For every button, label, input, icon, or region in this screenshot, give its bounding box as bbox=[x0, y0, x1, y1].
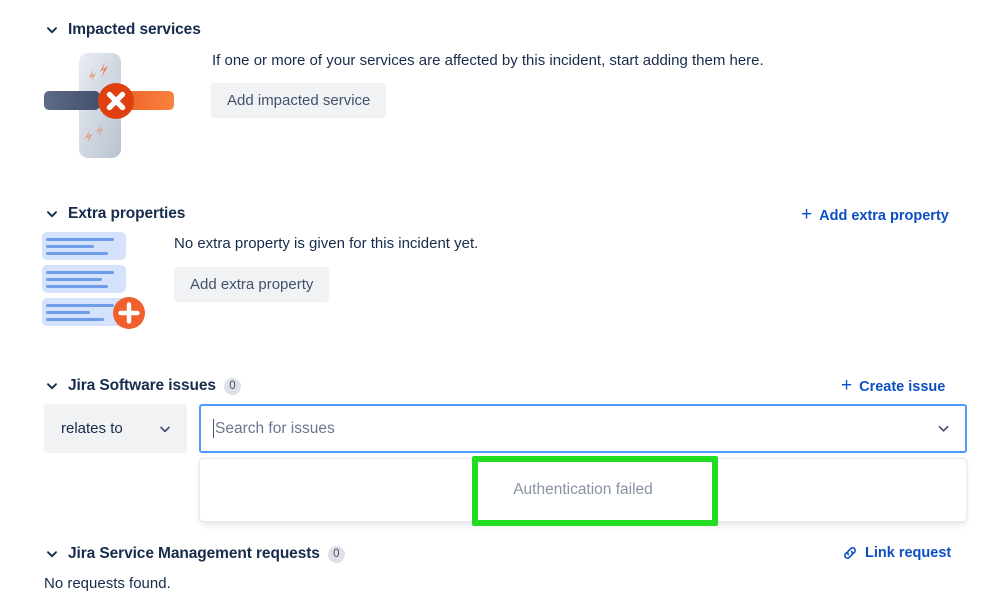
chevron-down-icon[interactable] bbox=[158, 422, 172, 436]
jira-service-management-requests-count: 0 bbox=[327, 545, 345, 563]
section-header-jira-software-issues[interactable]: Jira Software issues 0 bbox=[44, 377, 241, 395]
issue-link-type-value: relates to bbox=[61, 420, 123, 437]
text-caret bbox=[213, 419, 214, 438]
section-title-jira-software-issues: Jira Software issues bbox=[68, 377, 216, 394]
issue-search-field[interactable]: Search for issues bbox=[199, 404, 967, 453]
section-header-jira-service-management-requests[interactable]: Jira Service Management requests 0 bbox=[44, 545, 345, 563]
chevron-down-icon[interactable] bbox=[44, 206, 60, 222]
add-extra-property-button[interactable]: Add extra property bbox=[174, 267, 330, 302]
link-request-link[interactable]: Link request bbox=[842, 545, 951, 561]
jira-service-management-requests-empty-text: No requests found. bbox=[44, 575, 171, 592]
section-header-impacted-services[interactable]: Impacted services bbox=[44, 21, 201, 39]
section-header-extra-properties[interactable]: Extra properties bbox=[44, 205, 185, 223]
section-title-impacted-services: Impacted services bbox=[68, 21, 201, 38]
add-extra-property-link-label: Add extra property bbox=[819, 207, 949, 224]
issue-link-type-select[interactable]: relates to bbox=[44, 404, 187, 453]
property-list-illustration bbox=[40, 230, 150, 335]
link-request-link-label: Link request bbox=[865, 545, 952, 561]
create-issue-link-label: Create issue bbox=[859, 378, 946, 395]
incident-details-panel: Impacted services If one or more of your… bbox=[0, 0, 998, 597]
add-impacted-service-button[interactable]: Add impacted service bbox=[211, 83, 387, 118]
chevron-down-icon[interactable] bbox=[44, 546, 60, 562]
plus-icon: + bbox=[841, 375, 853, 396]
jira-software-issues-count: 0 bbox=[223, 377, 241, 395]
issue-search-dropdown-message: Authentication failed bbox=[513, 481, 653, 498]
add-extra-property-link[interactable]: + Add extra property bbox=[801, 204, 949, 225]
plus-icon: + bbox=[801, 204, 813, 225]
impacted-services-description: If one or more of your services are affe… bbox=[212, 52, 764, 69]
chevron-down-icon[interactable] bbox=[936, 421, 951, 436]
chevron-down-icon[interactable] bbox=[44, 22, 60, 38]
section-title-jira-service-management-requests: Jira Service Management requests bbox=[68, 545, 320, 562]
create-issue-link[interactable]: + Create issue bbox=[841, 375, 946, 396]
issue-search-dropdown-panel: Authentication failed bbox=[199, 458, 967, 522]
issue-search-input[interactable]: Search for issues bbox=[215, 420, 936, 438]
chain-link-icon bbox=[842, 545, 858, 561]
service-outage-illustration bbox=[42, 48, 192, 168]
extra-properties-empty-text: No extra property is given for this inci… bbox=[174, 235, 479, 252]
section-title-extra-properties: Extra properties bbox=[68, 205, 186, 222]
chevron-down-icon[interactable] bbox=[44, 378, 60, 394]
